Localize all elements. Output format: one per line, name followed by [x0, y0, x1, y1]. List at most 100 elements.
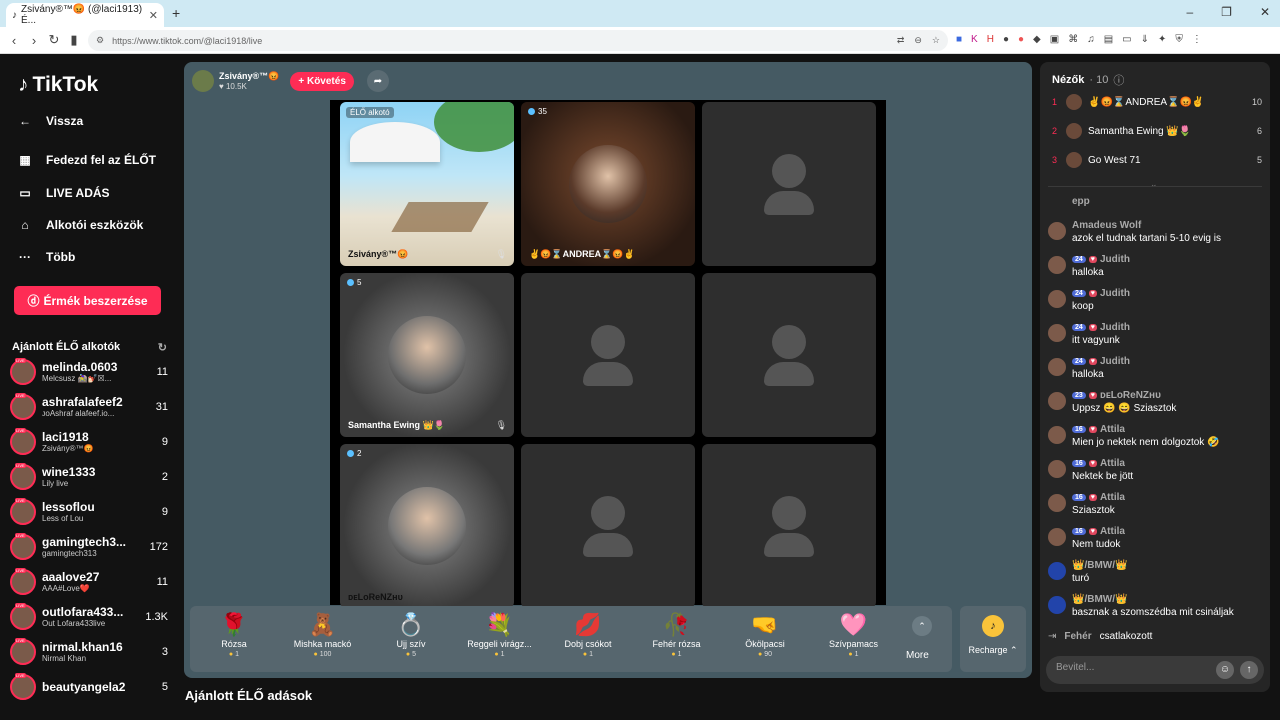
nav-creator-tools[interactable]: ⌂ Alkotói eszközök: [18, 218, 143, 232]
avatar[interactable]: [1048, 562, 1066, 580]
chevron-up-icon[interactable]: ⌃: [912, 616, 932, 636]
chat-username[interactable]: Judith: [1100, 288, 1130, 299]
nav-back[interactable]: ← Vissza: [18, 114, 83, 128]
guest-cell[interactable]: 2 ᴅᴇLoReNZʜᴜ: [340, 444, 514, 608]
creator-row[interactable]: nirmal.khan16Nirmal Khan 3: [10, 635, 168, 668]
extension-icon[interactable]: H: [987, 34, 994, 45]
forward-icon[interactable]: ›: [24, 33, 44, 48]
follow-button[interactable]: + Követés: [290, 71, 354, 91]
back-icon[interactable]: ‹: [4, 33, 24, 48]
viewer-row[interactable]: 3 Go West 71 5: [1052, 150, 1262, 170]
gift-item[interactable]: 🩷 Szívpamacs 1: [814, 606, 894, 672]
nav-explore-live[interactable]: ▦ Fedezd fel az ÉLŐT: [18, 153, 156, 167]
gift-item[interactable]: 💐 Reggeli virágz... 1: [460, 606, 540, 672]
host-name[interactable]: Zsivány®™😡: [219, 71, 279, 82]
avatar[interactable]: [1066, 94, 1082, 110]
refresh-icon[interactable]: ↻: [158, 341, 167, 354]
avatar[interactable]: [192, 70, 214, 92]
avatar[interactable]: [1048, 426, 1066, 444]
chat-username[interactable]: Attila: [1100, 492, 1125, 503]
avatar[interactable]: [10, 427, 36, 455]
avatar[interactable]: [1048, 494, 1066, 512]
chat-username[interactable]: ᴅᴇLoReNZʜᴜ: [1100, 390, 1161, 401]
chat-username[interactable]: Attila: [1100, 458, 1125, 469]
avatar[interactable]: [10, 602, 36, 630]
wallet-icon[interactable]: ▭: [1122, 34, 1131, 45]
chat-username[interactable]: Judith: [1100, 356, 1130, 367]
chevron-down-icon[interactable]: ⌄: [1150, 179, 1158, 190]
chat-username[interactable]: 👑/BMW/👑: [1072, 560, 1127, 571]
guest-cell[interactable]: 35 ✌😡⌛ANDREA⌛😡✌: [521, 102, 695, 266]
emoji-icon[interactable]: ☺: [1216, 661, 1234, 679]
avatar[interactable]: [1066, 152, 1082, 168]
creator-row[interactable]: wine1333Lily live 2: [10, 460, 168, 493]
guest-name[interactable]: Zsivány®™😡: [348, 249, 408, 260]
gift-item[interactable]: 🥀 Fehér rózsa 1: [637, 606, 717, 672]
nav-go-live[interactable]: ▭ LIVE ADÁS: [18, 186, 109, 200]
avatar[interactable]: [1048, 358, 1066, 376]
avatar[interactable]: [10, 392, 36, 420]
chat-username[interactable]: Attila: [1100, 526, 1125, 537]
site-info-icon[interactable]: ⚙: [96, 35, 104, 46]
avatar[interactable]: [10, 672, 36, 700]
star-icon[interactable]: ☆: [932, 35, 940, 46]
bookmark-icon[interactable]: ▮: [64, 32, 84, 48]
avatar[interactable]: [1048, 392, 1066, 410]
avatar[interactable]: [10, 567, 36, 595]
guest-cell[interactable]: [521, 273, 695, 437]
creator-row[interactable]: gamingtech3...gamingtech313 172: [10, 530, 168, 563]
extension-icon[interactable]: ●: [1018, 34, 1024, 45]
gift-item[interactable]: 🌹 Rózsa 1: [194, 606, 274, 672]
gift-item[interactable]: 🤜 Ökölpacsi 90: [725, 606, 805, 672]
viewer-row[interactable]: 2 Samantha Ewing 👑🌷 6: [1052, 121, 1262, 141]
gift-item[interactable]: 💋 Dobj csókot 1: [548, 606, 628, 672]
avatar[interactable]: [10, 532, 36, 560]
avatar[interactable]: [1048, 528, 1066, 546]
extension-icon[interactable]: ▣: [1050, 34, 1059, 45]
creator-row[interactable]: outlofara433...Out Lofara433live1.3K: [10, 600, 168, 633]
tiktok-logo[interactable]: ♪ TikTok: [18, 73, 98, 97]
chat-username[interactable]: epp: [1072, 196, 1090, 207]
avatar[interactable]: [1048, 460, 1066, 478]
guest-cell[interactable]: [702, 273, 876, 437]
guest-name[interactable]: Samantha Ewing 👑🌷: [348, 420, 445, 431]
avatar[interactable]: [1048, 324, 1066, 342]
avatar[interactable]: [1066, 123, 1082, 139]
extension-icon[interactable]: ⌘: [1068, 34, 1078, 45]
creator-row[interactable]: melinda.0603Melcsusz 🚵‍♀️💅🏻☒... 11: [10, 355, 168, 388]
music-icon[interactable]: ♫: [1087, 34, 1095, 45]
creator-row[interactable]: aaalove27AAA#Love❤️ 11: [10, 565, 168, 598]
extension-icon[interactable]: K: [971, 34, 978, 45]
sidebar-icon[interactable]: ▤: [1104, 34, 1113, 45]
guest-name[interactable]: ✌😡⌛ANDREA⌛😡✌: [529, 249, 635, 260]
avatar[interactable]: [1048, 290, 1066, 308]
reload-icon[interactable]: ↻: [44, 32, 64, 48]
avatar[interactable]: [10, 637, 36, 665]
chat-username[interactable]: 👑/BMW/👑: [1072, 594, 1127, 605]
guest-cell[interactable]: [702, 444, 876, 608]
url-field[interactable]: ⚙ https://www.tiktok.com/@laci1918/live …: [88, 30, 948, 51]
avatar[interactable]: [10, 497, 36, 525]
shield-icon[interactable]: ⛨: [1175, 34, 1183, 45]
guest-cell[interactable]: [521, 444, 695, 608]
recharge-button[interactable]: ♪ Recharge ⌃: [960, 606, 1026, 672]
gift-item[interactable]: 💍 Ujj szív 5: [371, 606, 451, 672]
creator-row[interactable]: beautyangela2 5: [10, 670, 168, 703]
chat-username[interactable]: Attila: [1100, 424, 1125, 435]
extension-icon[interactable]: ■: [956, 34, 962, 45]
browser-tab[interactable]: ♪ Zsivány®™😡 (@laci1913) É... ✕: [6, 3, 164, 27]
minimize-icon[interactable]: –: [1186, 5, 1193, 19]
tab-close-icon[interactable]: ✕: [149, 9, 158, 22]
extension-icon[interactable]: ◆: [1033, 34, 1041, 45]
chat-username[interactable]: Amadeus Wolf: [1072, 220, 1141, 231]
viewer-row[interactable]: 1 ✌😡⌛ANDREA⌛😡✌ 10: [1052, 92, 1262, 112]
menu-icon[interactable]: ⋮: [1192, 34, 1202, 45]
extension-icon[interactable]: ●: [1003, 34, 1009, 45]
avatar[interactable]: [1048, 596, 1066, 614]
avatar[interactable]: [1048, 222, 1066, 240]
chat-input[interactable]: [1056, 662, 1216, 673]
creator-row[interactable]: laci1918Zsivány®™😡 9: [10, 425, 168, 458]
download-icon[interactable]: ⇓: [1141, 34, 1149, 45]
translate-icon[interactable]: ⇄: [897, 35, 905, 46]
nav-more[interactable]: ··· Több: [18, 250, 75, 264]
